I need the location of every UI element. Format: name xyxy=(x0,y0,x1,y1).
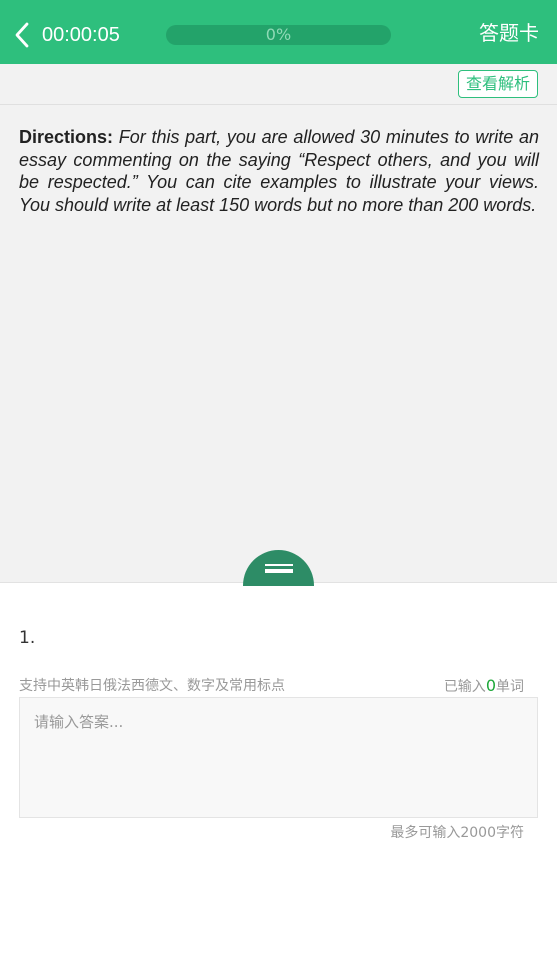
char-limit-note: 最多可输入2000字符 xyxy=(390,825,524,841)
back-button[interactable] xyxy=(10,19,38,51)
word-count-prefix: 已输入 xyxy=(443,679,486,695)
answer-panel: 1. 支持中英韩日俄法西德文、数字及常用标点 已输入0单词 最多可输入2000字… xyxy=(0,582,557,977)
timer: 00:00:05 xyxy=(42,24,120,46)
menu-lines-icon xyxy=(265,564,293,573)
directions-label: Directions: xyxy=(19,127,114,147)
chevron-left-icon xyxy=(15,22,29,48)
question-number: 1. xyxy=(19,628,36,648)
word-count: 已输入0单词 xyxy=(444,676,524,697)
answer-card-button[interactable]: 答题卡 xyxy=(479,18,539,48)
sub-toolbar: 查看解析 xyxy=(0,64,557,105)
input-hint: 支持中英韩日俄法西德文、数字及常用标点 xyxy=(19,678,285,694)
word-count-suffix: 单词 xyxy=(496,679,524,695)
directions-text: Directions: For this part, you are allow… xyxy=(19,126,539,216)
progress-text: 0% xyxy=(265,25,292,44)
progress-bar: 0% xyxy=(166,25,391,45)
answer-input[interactable] xyxy=(19,697,538,818)
passage-area: Directions: For this part, you are allow… xyxy=(0,105,557,582)
word-count-value: 0 xyxy=(485,676,496,695)
view-analysis-button[interactable]: 查看解析 xyxy=(457,70,538,98)
top-bar: 00:00:05 0% 答题卡 xyxy=(0,0,557,64)
